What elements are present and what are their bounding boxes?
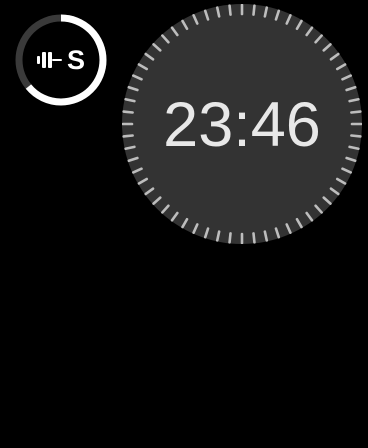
minute-tick — [161, 204, 170, 214]
minute-tick — [137, 63, 149, 71]
minute-tick — [322, 43, 332, 52]
minute-tick — [127, 156, 139, 163]
minute-tick — [131, 167, 143, 174]
minute-tick — [228, 4, 232, 16]
minute-tick — [161, 34, 170, 44]
minute-tick — [203, 227, 210, 239]
minute-tick — [341, 74, 353, 81]
minute-tick — [170, 211, 179, 222]
minute-tick — [285, 13, 292, 25]
minute-tick — [144, 187, 155, 196]
minute-tick — [295, 217, 303, 229]
minute-tick — [170, 26, 179, 37]
workout-complication[interactable]: S — [15, 14, 107, 106]
minute-tick — [341, 167, 353, 174]
complication-label: S — [66, 45, 85, 75]
minute-tick — [203, 9, 210, 21]
minute-tick — [137, 177, 149, 185]
minute-tick — [181, 19, 189, 31]
minute-tick — [314, 34, 323, 44]
minute-tick — [192, 13, 199, 25]
minute-tick — [152, 43, 162, 52]
minute-tick — [335, 63, 347, 71]
minute-tick — [305, 211, 314, 222]
complication-content: S — [35, 34, 87, 86]
minute-tick — [335, 177, 347, 185]
minute-tick — [295, 19, 303, 31]
minute-tick — [252, 232, 256, 244]
minute-tick — [274, 227, 281, 239]
minute-tick — [263, 230, 269, 242]
minute-tick — [329, 52, 340, 61]
minute-tick — [345, 85, 357, 92]
minute-tick — [192, 223, 199, 235]
minute-tick — [215, 230, 221, 242]
minute-tick — [228, 232, 232, 244]
minute-tick — [252, 4, 256, 16]
minute-tick — [274, 9, 281, 21]
minute-tick — [144, 52, 155, 61]
minute-tick — [263, 6, 269, 18]
minute-tick — [215, 6, 221, 18]
clock-face[interactable]: 23:46 — [122, 4, 362, 244]
minute-tick — [329, 187, 340, 196]
minute-tick — [345, 156, 357, 163]
minute-tick — [131, 74, 143, 81]
minute-tick — [127, 85, 139, 92]
minute-tick — [314, 204, 323, 214]
dumbbell-icon — [36, 51, 65, 69]
minute-tick — [285, 223, 292, 235]
minute-tick — [152, 196, 162, 205]
minute-tick — [322, 196, 332, 205]
minute-tick — [305, 26, 314, 37]
clock-time: 23:46 — [163, 90, 321, 160]
minute-tick — [181, 217, 189, 229]
